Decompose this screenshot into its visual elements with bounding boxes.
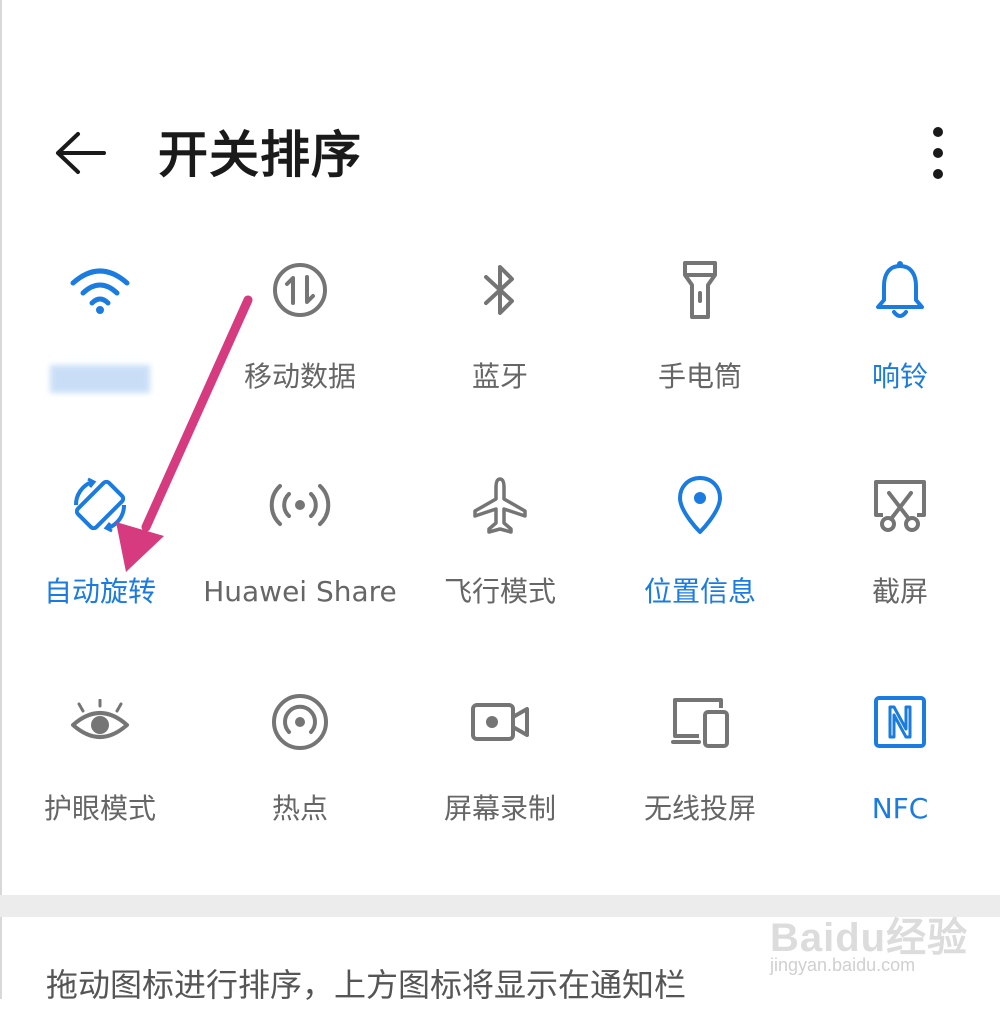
auto-rotate-icon	[65, 470, 135, 540]
toggle-label: 截屏	[871, 575, 928, 608]
toggle-label: 热点	[271, 792, 328, 825]
toggle-label: 响铃	[871, 360, 928, 393]
toggle-tile-auto-rotate[interactable]: 自动旋转	[0, 455, 200, 645]
more-vertical-icon	[930, 125, 946, 185]
toggle-tile-nfc[interactable]: NFC	[800, 672, 1000, 862]
back-button[interactable]	[40, 120, 120, 190]
airplane-icon	[465, 470, 535, 540]
more-options-button[interactable]	[910, 120, 966, 190]
toggle-tile-screen-record[interactable]: 屏幕录制	[400, 672, 600, 862]
wireless-projection-icon	[665, 687, 735, 757]
wifi-icon	[65, 255, 135, 325]
toggle-tile-bluetooth[interactable]: 蓝牙	[400, 240, 600, 430]
toggle-tile-airplane-mode[interactable]: 飞行模式	[400, 455, 600, 645]
toggle-tile-eye-comfort[interactable]: 护眼模式	[0, 672, 200, 862]
screenshot-icon	[865, 470, 935, 540]
toggle-label: 屏幕录制	[443, 792, 556, 825]
toggle-tile-huawei-share[interactable]: Huawei Share	[200, 455, 400, 645]
toggle-label: 护眼模式	[43, 792, 156, 825]
huawei-share-icon	[265, 470, 335, 540]
toggle-label: 位置信息	[643, 575, 756, 608]
toggle-tile-screenshot[interactable]: 截屏	[800, 455, 1000, 645]
toggle-label: NFC	[871, 792, 929, 825]
screen-record-icon	[465, 687, 535, 757]
toggle-tile-wireless-projection[interactable]: 无线投屏	[600, 672, 800, 862]
toggle-label: 移动数据	[243, 360, 356, 393]
toggle-label: Huawei Share	[203, 575, 397, 608]
hotspot-icon	[265, 687, 335, 757]
toggle-tile-location[interactable]: 位置信息	[600, 455, 800, 645]
watermark-url: jingyan.baidu.com	[770, 955, 916, 975]
mobile-data-icon	[265, 255, 335, 325]
toggle-grid: 移动数据 蓝牙 手电筒 响铃 自动旋转 Huawei Share 飞行模式 位置…	[0, 240, 1000, 880]
app-header: 开关排序	[0, 100, 1000, 210]
toggle-label: 飞行模式	[443, 575, 556, 608]
toggle-label: 蓝牙	[471, 360, 528, 393]
toggle-label: 手电筒	[657, 360, 742, 393]
arrow-left-icon	[52, 131, 108, 179]
sort-hint-text: 拖动图标进行排序，上方图标将显示在通知栏	[46, 966, 687, 1004]
toggle-label: 自动旋转	[43, 575, 156, 608]
toggle-tile-flashlight[interactable]: 手电筒	[600, 240, 800, 430]
toggle-tile-hotspot[interactable]: 热点	[200, 672, 400, 862]
toggle-tile-wifi[interactable]	[0, 240, 200, 430]
flashlight-icon	[665, 255, 735, 325]
bluetooth-icon	[465, 255, 535, 325]
bell-icon	[865, 255, 935, 325]
page-title: 开关排序	[158, 126, 362, 184]
location-pin-icon	[665, 470, 735, 540]
nfc-icon	[865, 687, 935, 757]
eye-icon	[65, 687, 135, 757]
toggle-tile-ring[interactable]: 响铃	[800, 240, 1000, 430]
wifi-network-name-redacted	[50, 365, 150, 393]
baidu-jingyan-watermark: Baidu经验 jingyan.baidu.com	[770, 893, 980, 983]
toggle-label: 无线投屏	[643, 792, 756, 825]
toggle-tile-mobile-data[interactable]: 移动数据	[200, 240, 400, 430]
